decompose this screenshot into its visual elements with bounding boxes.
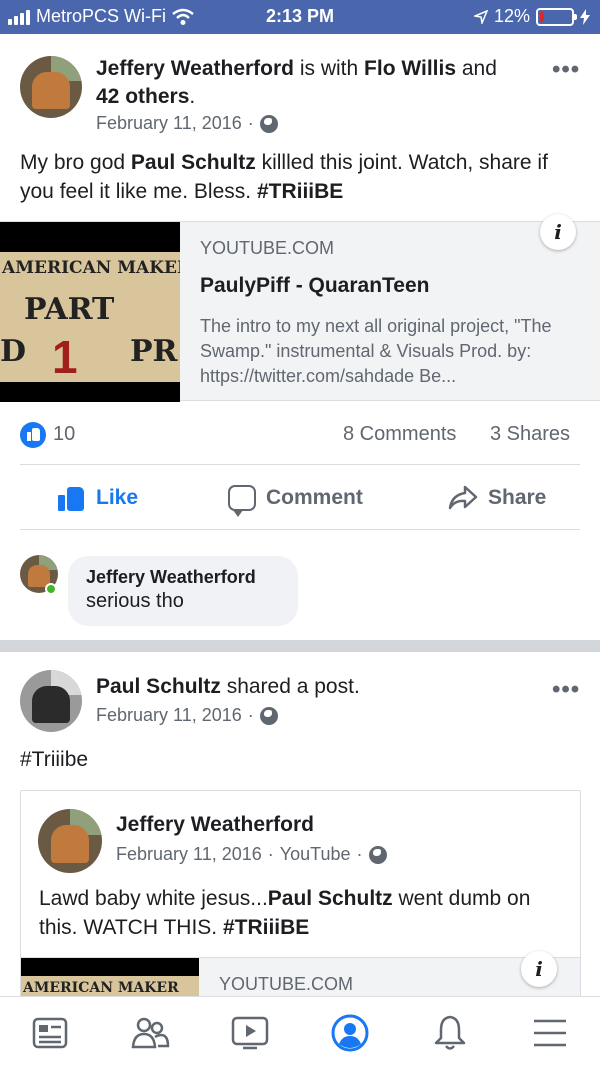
and-text: and (456, 57, 497, 80)
comment-bubble-icon (228, 485, 256, 517)
meta-separator: · (267, 844, 274, 864)
share-count[interactable]: 3 Shares (490, 423, 570, 446)
bottom-nav (0, 996, 600, 1067)
thumbnail-text: AMERICAN MAKER (23, 980, 179, 996)
battery-percent: 12% (493, 6, 530, 26)
share-arrow-icon (448, 485, 478, 510)
nav-profile[interactable] (300, 997, 400, 1067)
comment-count[interactable]: 8 Comments (343, 423, 456, 446)
thumbnail-text: D (0, 334, 27, 369)
battery-icon (536, 7, 577, 26)
status-right: 12% (473, 6, 590, 27)
nav-news-feed[interactable] (0, 997, 100, 1067)
hashtag-link[interactable]: #TRiiiBE (257, 180, 343, 203)
divider (20, 529, 580, 530)
like-label: Like (96, 486, 139, 509)
mention-link[interactable]: Paul Schultz (131, 151, 256, 174)
menu-icon (534, 1019, 566, 1046)
post-body: My bro god Paul Schultz killled this joi… (20, 148, 580, 206)
divider (20, 464, 580, 465)
info-icon[interactable]: i (540, 214, 576, 250)
video-thumbnail[interactable]: AMERICAN MAKER PART D 1 PR (0, 222, 180, 402)
share-label: Share (488, 486, 547, 509)
meta-separator: · (247, 113, 254, 133)
post-text: Lawd baby white jesus... (39, 887, 268, 910)
post-options-icon[interactable]: ••• (552, 676, 580, 704)
like-button[interactable]: Like (58, 485, 138, 511)
watch-icon (231, 1016, 269, 1049)
nav-menu[interactable] (500, 997, 600, 1067)
tagged-friend[interactable]: Flo Willis (364, 57, 456, 80)
post-header-title: Jeffery Weatherford is with Flo Willis a… (96, 55, 536, 111)
nav-friends[interactable] (100, 997, 200, 1067)
shared-post-body: Lawd baby white jesus...Paul Schultz wen… (39, 884, 559, 942)
status-bar: MetroPCS Wi-Fi 2:13 PM 12% (0, 0, 600, 34)
commenter-name[interactable]: Jeffery Weatherford (86, 566, 280, 589)
comment-button[interactable]: Comment (228, 485, 363, 517)
charging-bolt-icon (580, 8, 590, 25)
shared-author-name[interactable]: Jeffery Weatherford (116, 811, 314, 839)
with-text: is with (294, 57, 365, 80)
share-button[interactable]: Share (448, 485, 546, 511)
post-options-icon[interactable]: ••• (552, 56, 580, 84)
nav-watch[interactable] (200, 997, 300, 1067)
post-header-title: Paul Schultz shared a post. (96, 673, 536, 701)
thumbnail-text: AMERICAN MAKER (2, 258, 180, 278)
like-reaction-icon[interactable] (20, 422, 46, 448)
post-body[interactable]: #Triiibe (20, 745, 88, 774)
news-feed-icon (32, 1017, 68, 1048)
shared-post-meta: February 11, 2016 · YouTube · (116, 844, 387, 865)
shared-post-card[interactable]: Jeffery Weatherford February 11, 2016 · … (20, 790, 581, 1010)
period: . (189, 85, 196, 108)
shared-via: YouTube (279, 844, 351, 864)
post-date[interactable]: February 11, 2016 (96, 705, 242, 726)
post-author-avatar[interactable] (20, 670, 82, 732)
shared-text: shared a post. (220, 675, 360, 698)
thumbnail-text: PR (130, 334, 178, 369)
comment-label: Comment (266, 486, 363, 509)
thumbnail-text: PART (24, 292, 115, 327)
shared-post-date[interactable]: February 11, 2016 (116, 844, 262, 865)
location-arrow-icon (473, 9, 488, 24)
link-preview-card[interactable]: AMERICAN MAKER PART D 1 PR YOUTUBE.COM P… (0, 221, 600, 402)
post-date[interactable]: February 11, 2016 (96, 113, 242, 134)
public-globe-icon (259, 114, 278, 133)
mention-link[interactable]: Paul Schultz (268, 887, 393, 910)
comment-bubble[interactable]: Jeffery Weatherford serious tho (68, 556, 298, 626)
link-domain: YOUTUBE.COM (200, 238, 335, 258)
meta-separator: · (247, 705, 254, 725)
public-globe-icon (368, 845, 387, 864)
post-meta: February 11, 2016 · (96, 705, 278, 726)
post-author-name[interactable]: Paul Schultz (96, 675, 221, 698)
post-author-name[interactable]: Jeffery Weatherford (96, 57, 294, 80)
info-icon[interactable]: i (521, 951, 557, 987)
shared-author-avatar[interactable] (38, 809, 102, 873)
friends-icon (131, 1017, 170, 1048)
profile-icon (331, 1014, 369, 1051)
link-title[interactable]: PaulyPiff - QuaranTeen (200, 274, 430, 298)
tagged-others-link[interactable]: 42 others (96, 85, 189, 108)
meta-separator: · (356, 844, 363, 864)
link-description: The intro to my next all original projec… (200, 316, 552, 386)
feed-separator (0, 640, 600, 652)
nav-notifications[interactable] (400, 997, 500, 1067)
comment-text: serious tho (86, 590, 184, 612)
notifications-icon (434, 1015, 466, 1050)
thumbnail-text: 1 (52, 331, 78, 383)
post-meta: February 11, 2016 · (96, 113, 278, 134)
like-thumb-icon (58, 485, 86, 511)
hashtag-link[interactable]: #TRiiiBE (223, 916, 309, 939)
post-text: My bro god (20, 151, 131, 174)
link-domain: YOUTUBE.COM (219, 974, 354, 994)
reaction-count[interactable]: 10 (53, 423, 75, 446)
public-globe-icon (259, 706, 278, 725)
online-status-dot (45, 583, 57, 595)
post-author-avatar[interactable] (20, 56, 82, 118)
